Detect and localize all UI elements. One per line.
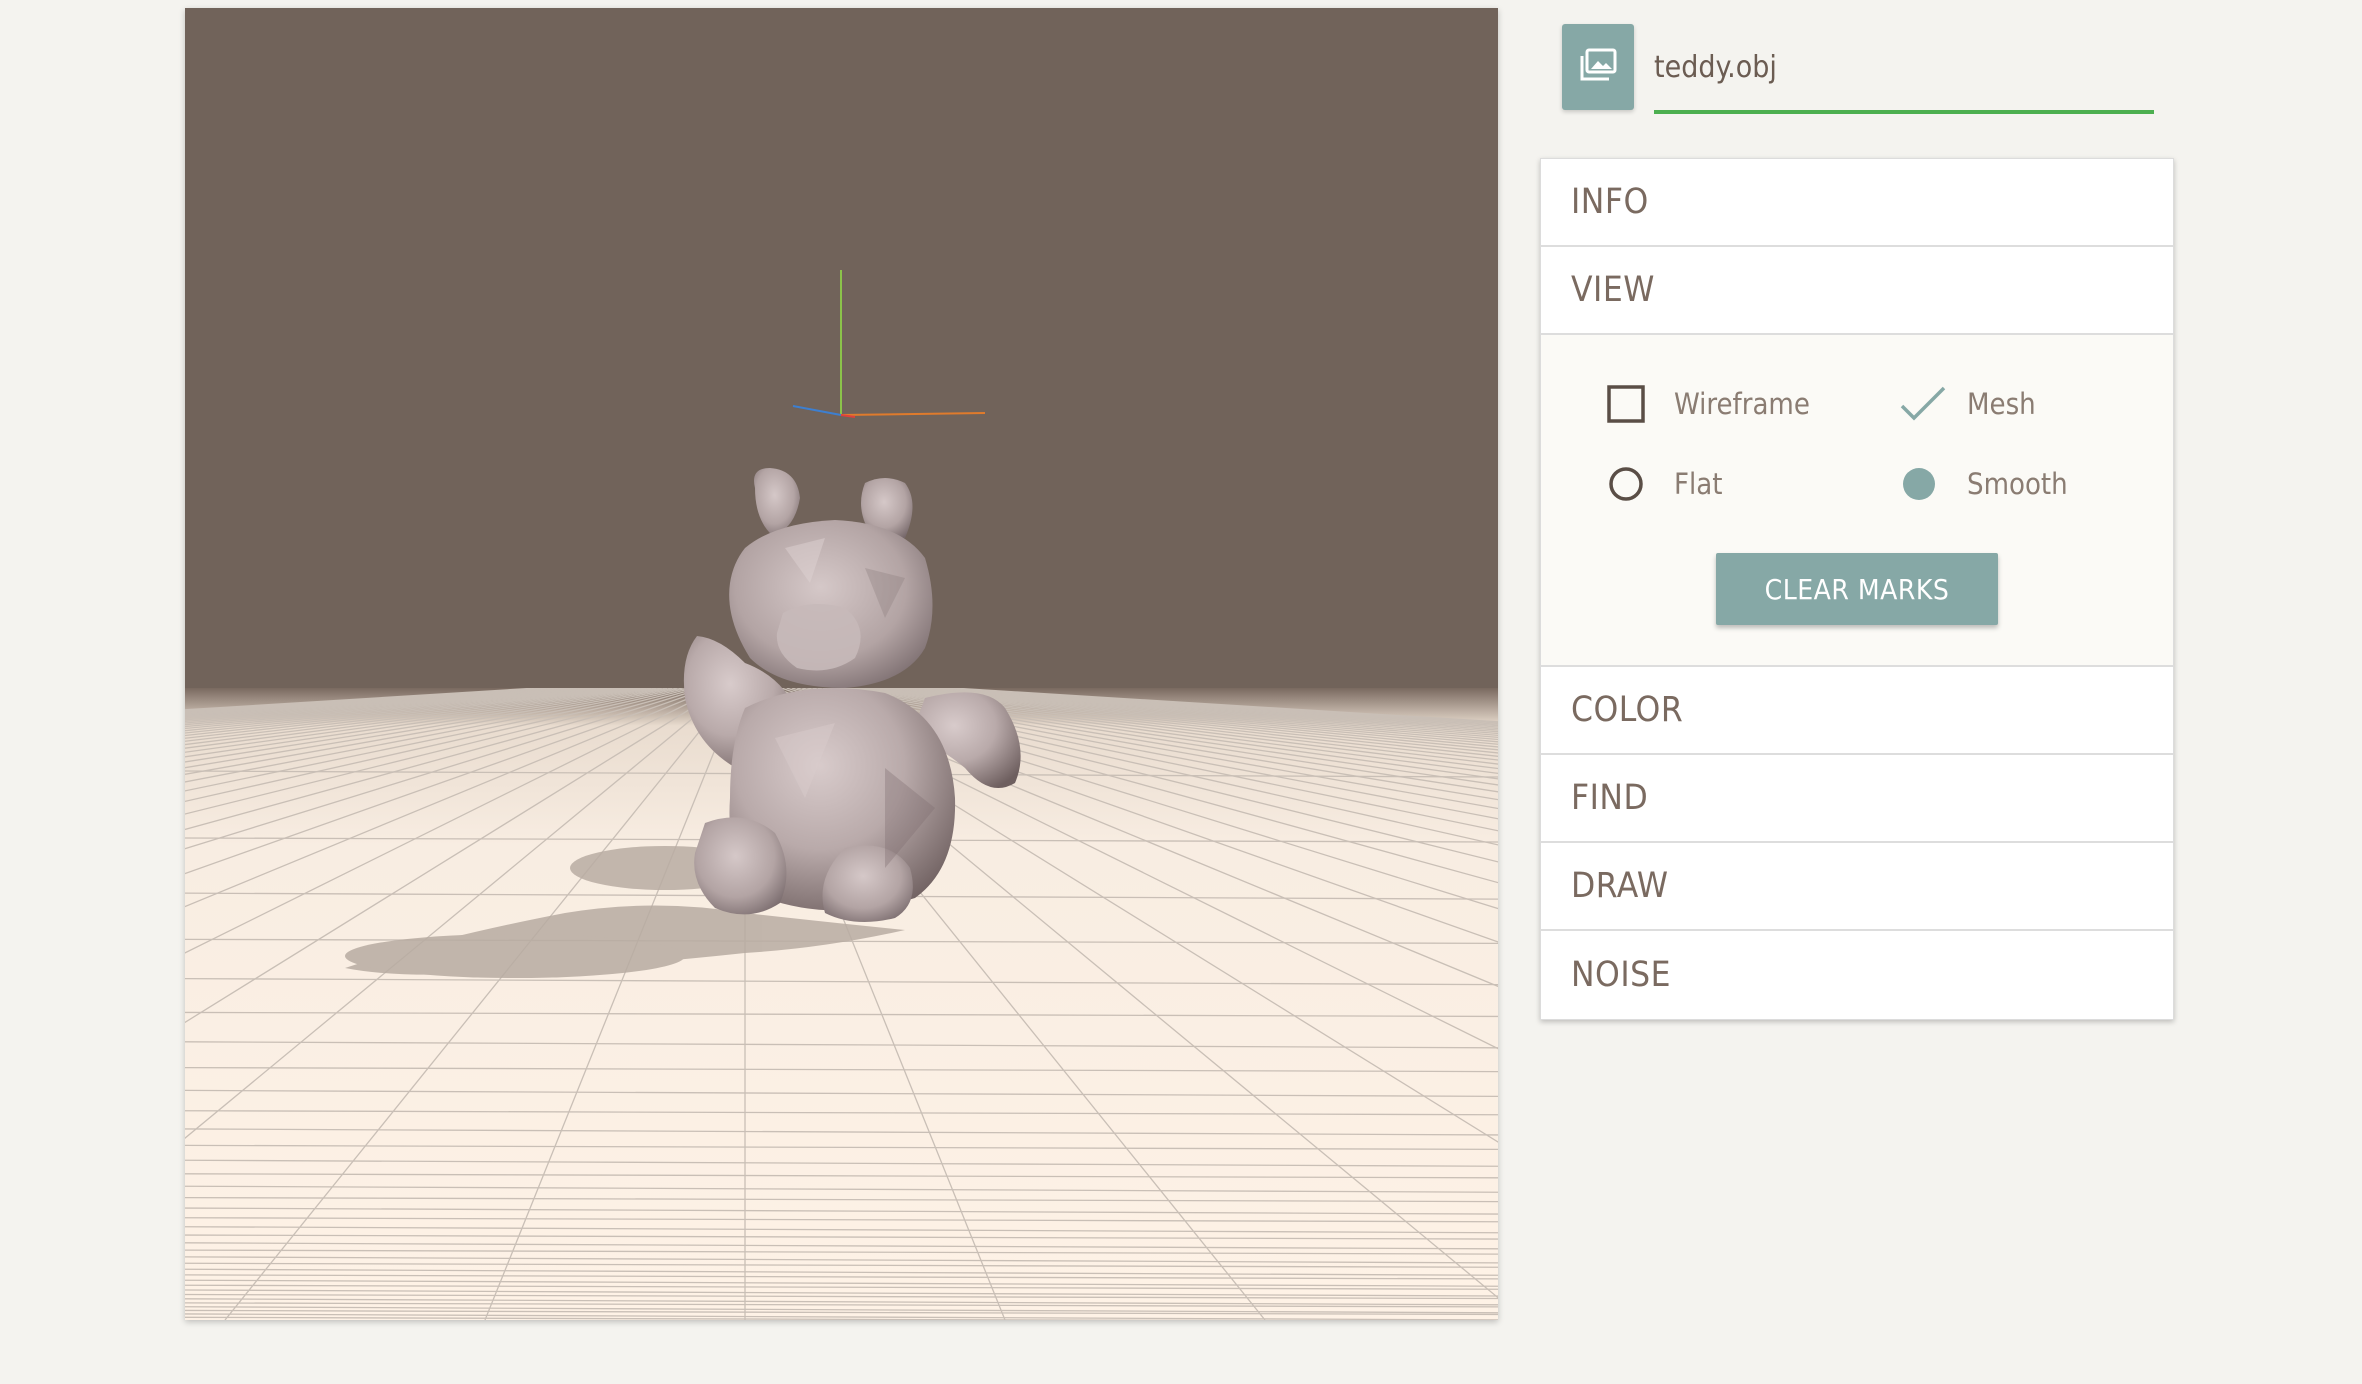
view-section-body: Wireframe Mesh Flat Smooth CLEAR MARKS [1541, 335, 2173, 667]
clear-marks-button[interactable]: CLEAR MARKS [1716, 553, 1998, 625]
checkbox-unchecked-icon [1606, 384, 1646, 424]
smooth-radio[interactable]: Smooth [1899, 464, 2068, 504]
section-find-label: FIND [1571, 778, 1649, 818]
radio-selected-icon [1899, 464, 1939, 504]
section-color-label: COLOR [1571, 690, 1684, 730]
radio-unselected-icon [1606, 464, 1646, 504]
open-file-button[interactable] [1562, 24, 1634, 110]
mesh-label: Mesh [1967, 387, 2036, 421]
section-view-label: VIEW [1571, 270, 1655, 310]
photo-library-icon [1579, 48, 1617, 86]
smooth-label: Smooth [1967, 467, 2068, 501]
section-draw-label: DRAW [1571, 866, 1669, 906]
3d-viewport[interactable] [185, 8, 1498, 1320]
section-view-header[interactable]: VIEW [1541, 247, 2173, 335]
section-info-header[interactable]: INFO [1541, 159, 2173, 247]
section-noise-header[interactable]: NOISE [1541, 931, 2173, 1019]
wireframe-checkbox[interactable]: Wireframe [1606, 384, 1810, 424]
mesh-checkbox[interactable]: Mesh [1899, 384, 2036, 424]
section-find-header[interactable]: FIND [1541, 755, 2173, 843]
section-color-header[interactable]: COLOR [1541, 667, 2173, 755]
section-info-label: INFO [1571, 182, 1649, 222]
scene-canvas[interactable] [185, 8, 1498, 1320]
wireframe-label: Wireframe [1674, 387, 1810, 421]
controls-accordion: INFO VIEW Wireframe Mesh Flat Smooth CLE… [1540, 158, 2174, 1020]
file-name-field[interactable] [1654, 34, 2154, 114]
flat-label: Flat [1674, 467, 1723, 501]
section-draw-header[interactable]: DRAW [1541, 843, 2173, 931]
flat-radio[interactable]: Flat [1606, 464, 1722, 504]
section-noise-label: NOISE [1571, 955, 1671, 995]
checkmark-icon [1899, 384, 1947, 424]
